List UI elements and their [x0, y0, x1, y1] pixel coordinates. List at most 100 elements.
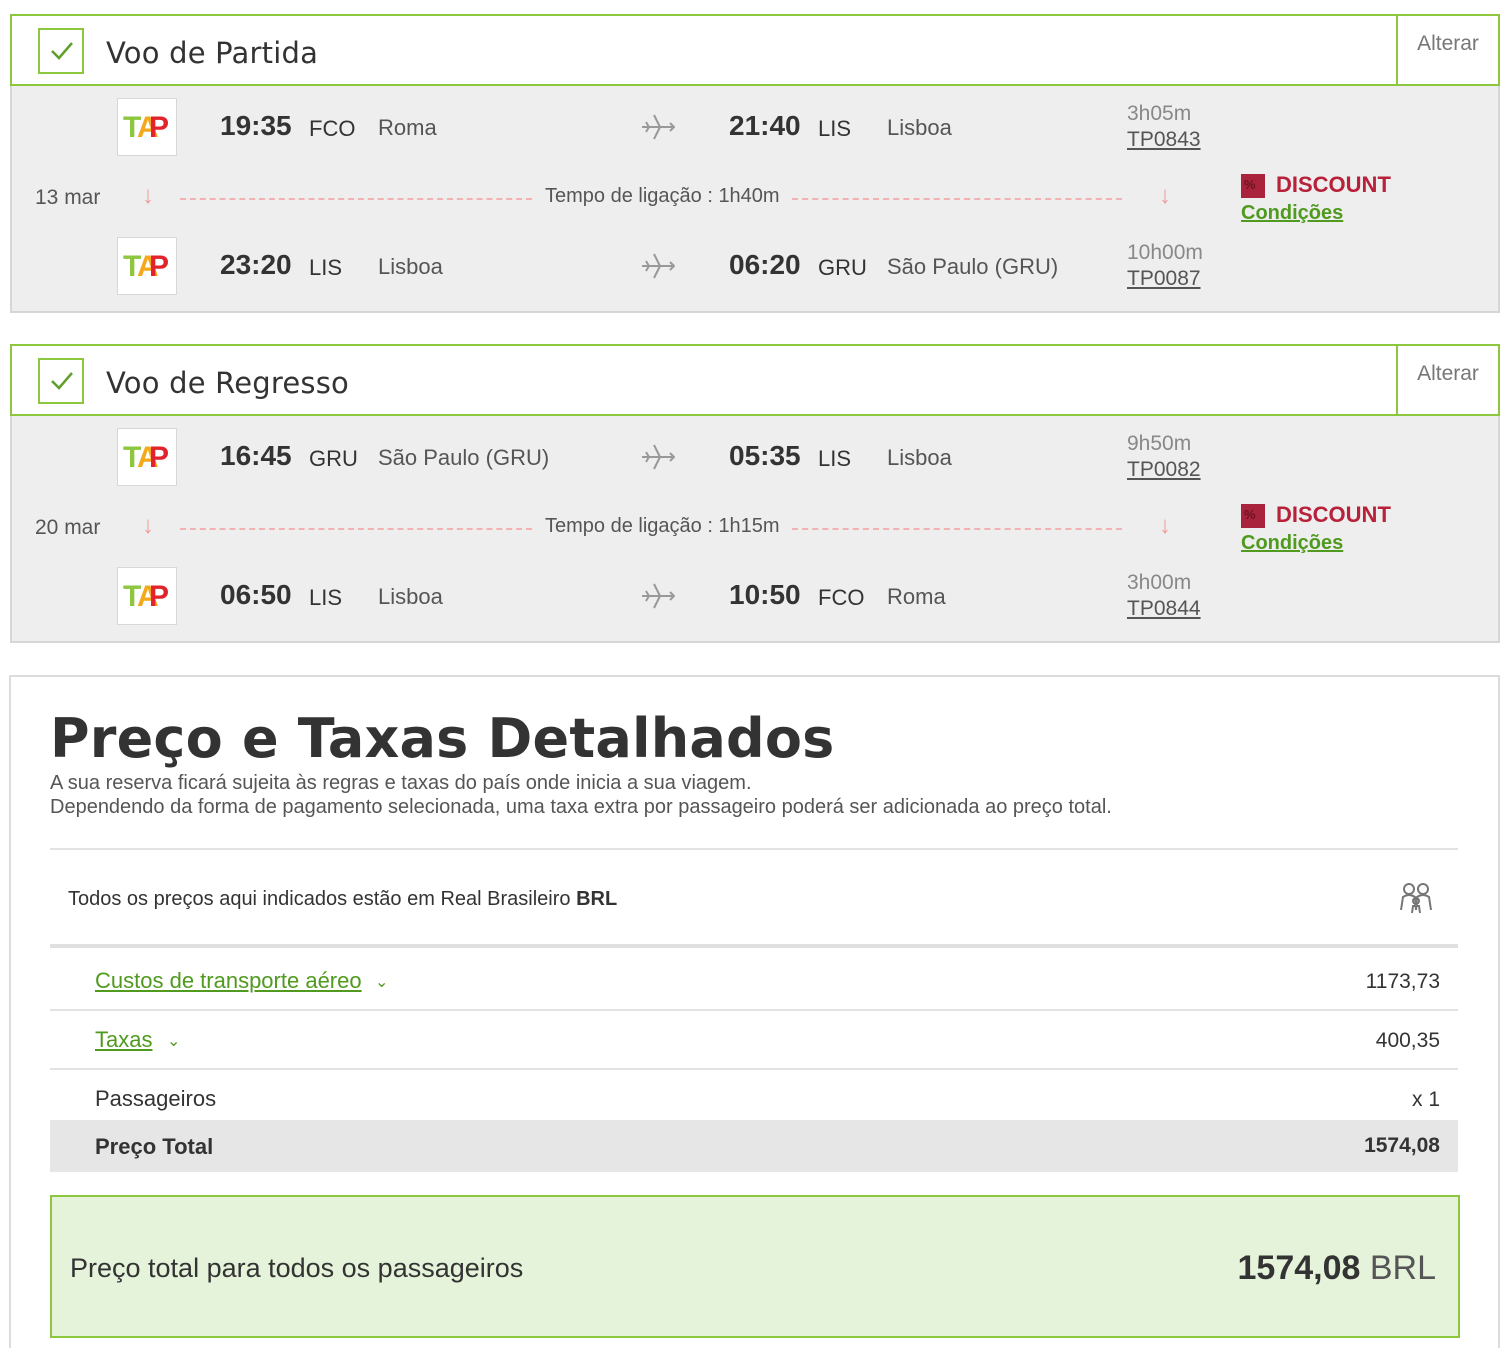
arrow-down-icon: ↓: [142, 512, 154, 539]
grand-total-label: Preço total para todos os passageiros: [70, 1253, 524, 1283]
air-transport-costs-value: 1173,73: [1365, 970, 1440, 993]
plane-icon: [640, 581, 676, 616]
inbound-flight-card: Voo de Regresso Alterar T A P 16:45 GRU …: [10, 344, 1500, 643]
flight-duration: 3h00m: [1127, 571, 1192, 594]
departure-airport-code: FCO: [309, 116, 356, 141]
chevron-down-icon[interactable]: ⌄: [167, 1031, 180, 1051]
passengers-label: Passageiros: [95, 1086, 217, 1111]
departure-city: Roma: [378, 115, 437, 140]
flight-duration: 10h00m: [1127, 241, 1203, 264]
departure-time: 06:50: [220, 579, 292, 610]
flight-number-link[interactable]: TP0844: [1127, 597, 1201, 621]
flight-number-link[interactable]: TP0082: [1127, 458, 1201, 482]
tap-logo-icon: T A P: [117, 428, 177, 486]
price-row-air-transport: Custos de transporte aéreo ⌄ 1173,73: [50, 952, 1458, 1011]
inbound-date: 20 mar: [35, 516, 101, 539]
tap-logo-icon: T A P: [117, 567, 177, 625]
discount-icon: %: [1241, 174, 1265, 198]
dashed-divider: [180, 528, 532, 530]
taxes-value: 400,35: [1375, 1029, 1440, 1052]
arrival-city: Lisboa: [887, 445, 952, 470]
grand-total-value: 1574,08 BRL: [1237, 1249, 1437, 1287]
price-note-rules: A sua reserva ficará sujeita às regras e…: [50, 772, 752, 794]
air-transport-costs-link[interactable]: Custos de transporte aéreo: [95, 968, 362, 994]
currency-text: Todos os preços aqui indicados estão em …: [68, 888, 618, 910]
arrival-airport-code: GRU: [818, 255, 867, 280]
inbound-change-button[interactable]: Alterar: [1396, 346, 1498, 414]
tap-logo-icon: T A P: [117, 98, 177, 156]
chevron-down-icon[interactable]: ⌄: [375, 972, 388, 992]
fare-name: DISCOUNT: [1276, 502, 1391, 527]
svg-text:P: P: [149, 250, 169, 282]
passengers-family-icon: [1396, 880, 1436, 921]
departure-time: 19:35: [220, 110, 292, 141]
svg-text:P: P: [149, 441, 169, 473]
discount-icon: %: [1241, 504, 1265, 528]
arrow-down-icon: ↓: [142, 182, 154, 209]
price-row-taxes: Taxas ⌄ 400,35: [50, 1011, 1458, 1070]
outbound-header: Voo de Partida Alterar: [10, 14, 1500, 86]
inbound-check-icon: [38, 358, 84, 404]
flight-duration: 3h05m: [1127, 102, 1192, 125]
flight-segment: T A P 06:50 LIS Lisboa 10:50 FCO Roma 3h…: [12, 567, 1498, 627]
outbound-check-icon: [38, 28, 84, 74]
arrival-airport-code: FCO: [818, 585, 865, 610]
departure-city: São Paulo (GRU): [378, 445, 550, 470]
fare-name: DISCOUNT: [1276, 172, 1391, 197]
arrow-down-icon: ↓: [1159, 512, 1171, 539]
arrival-airport-code: LIS: [818, 446, 852, 471]
outbound-change-button[interactable]: Alterar: [1396, 16, 1498, 84]
flight-number-link[interactable]: TP0843: [1127, 128, 1201, 152]
arrival-city: Lisboa: [887, 115, 952, 140]
plane-icon: [640, 251, 676, 286]
outbound-flight-card: Voo de Partida Alterar T A P 19:35 FCO R…: [10, 14, 1500, 313]
conditions-link[interactable]: Condições: [1241, 202, 1343, 225]
inbound-header: Voo de Regresso Alterar: [10, 344, 1500, 416]
arrow-down-icon: ↓: [1159, 182, 1171, 209]
total-price-label: Preço Total: [95, 1134, 214, 1159]
arrival-time: 05:35: [729, 440, 801, 471]
connection-time: Tempo de ligação : 1h15m: [545, 515, 780, 537]
arrival-time: 06:20: [729, 249, 801, 280]
flight-number-link[interactable]: TP0087: [1127, 267, 1201, 291]
departure-time: 16:45: [220, 440, 292, 471]
price-title: Preço e Taxas Detalhados: [50, 707, 835, 770]
departure-airport-code: GRU: [309, 446, 358, 471]
plane-icon: [640, 442, 676, 477]
price-note-payment: Dependendo da forma de pagamento selecio…: [50, 796, 1112, 818]
taxes-link[interactable]: Taxas: [95, 1027, 152, 1053]
outbound-body: T A P 19:35 FCO Roma 21:40 LIS Lisboa 3h…: [10, 86, 1500, 313]
flight-segment: T A P 19:35 FCO Roma 21:40 LIS Lisboa 3h…: [12, 98, 1498, 158]
outbound-title: Voo de Partida: [106, 36, 319, 70]
arrival-city: Roma: [887, 584, 946, 609]
dashed-divider: [180, 198, 532, 200]
price-details-section: Preço e Taxas Detalhados A sua reserva f…: [9, 675, 1500, 1348]
departure-time: 23:20: [220, 249, 292, 280]
passengers-value: x 1: [1411, 1088, 1440, 1111]
svg-text:P: P: [149, 580, 169, 612]
inbound-body: T A P 16:45 GRU São Paulo (GRU) 05:35 LI…: [10, 416, 1500, 643]
departure-airport-code: LIS: [309, 585, 343, 610]
flight-segment: T A P 23:20 LIS Lisboa 06:20 GRU São Pau…: [12, 237, 1498, 297]
departure-city: Lisboa: [378, 584, 443, 609]
arrival-airport-code: LIS: [818, 116, 852, 141]
departure-city: Lisboa: [378, 254, 443, 279]
connection-time: Tempo de ligação : 1h40m: [545, 185, 780, 207]
arrival-city: São Paulo (GRU): [887, 254, 1059, 279]
grand-total-box: Preço total para todos os passageiros 15…: [50, 1195, 1460, 1338]
flight-segment: T A P 16:45 GRU São Paulo (GRU) 05:35 LI…: [12, 428, 1498, 488]
total-price-value: 1574,08: [1364, 1134, 1440, 1157]
dashed-divider: [792, 528, 1122, 530]
dashed-divider: [792, 198, 1122, 200]
arrival-time: 21:40: [729, 110, 801, 141]
outbound-date: 13 mar: [35, 186, 101, 209]
conditions-link[interactable]: Condições: [1241, 532, 1343, 555]
currency-info: Todos os preços aqui indicados estão em …: [50, 848, 1458, 948]
flight-duration: 9h50m: [1127, 432, 1192, 455]
inbound-title: Voo de Regresso: [106, 366, 349, 400]
departure-airport-code: LIS: [309, 255, 343, 280]
tap-logo-icon: T A P: [117, 237, 177, 295]
svg-text:P: P: [149, 111, 169, 143]
plane-icon: [640, 112, 676, 147]
arrival-time: 10:50: [729, 579, 801, 610]
